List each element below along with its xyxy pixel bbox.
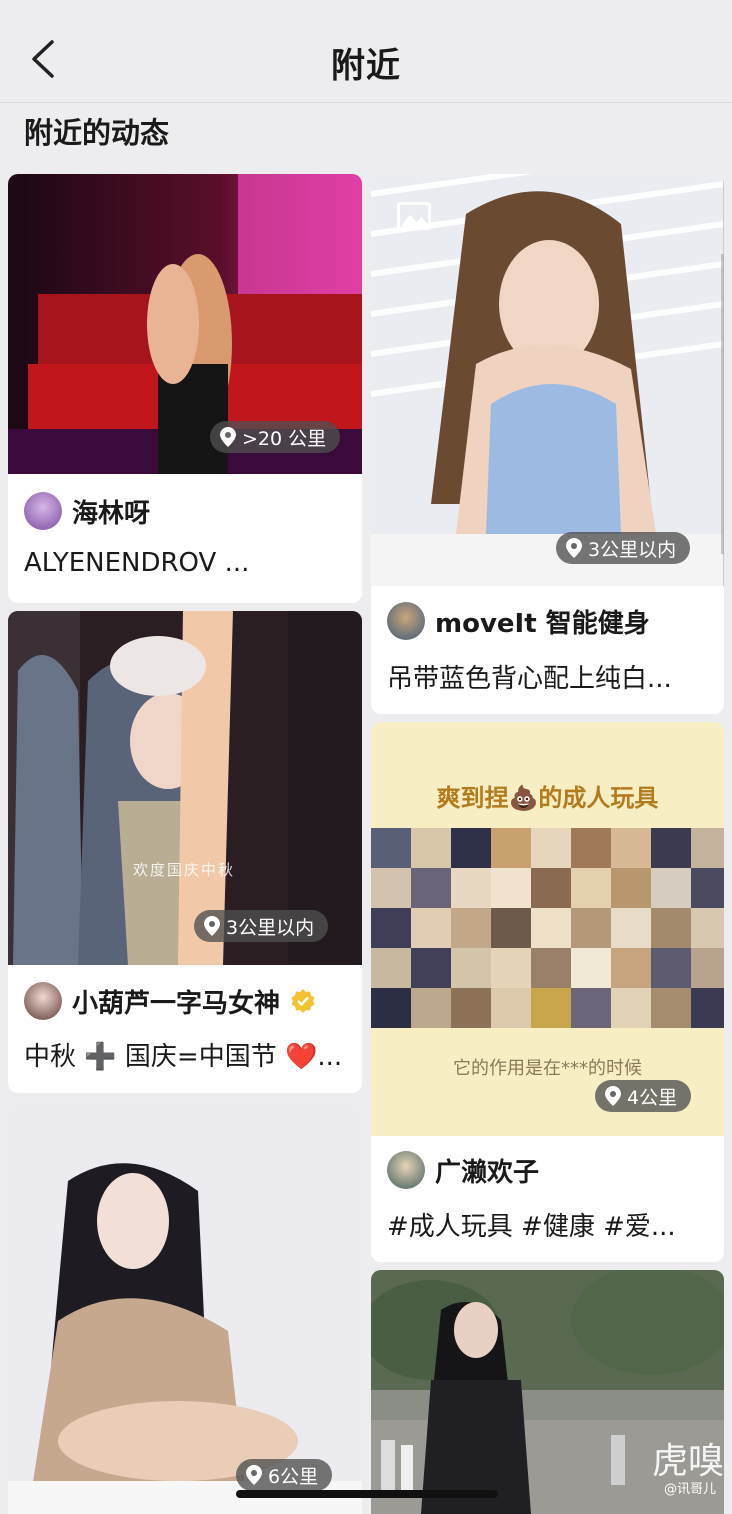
post-caption: 中秋 ➕ 国庆=中国节 ❤️... bbox=[24, 1042, 343, 1072]
distance-text: >20 公里 bbox=[242, 427, 327, 450]
banner-title: 爽到捏💩的成人玩具 bbox=[436, 784, 659, 812]
post-image bbox=[371, 174, 724, 586]
feed-card[interactable]: 6公里 bbox=[8, 1101, 362, 1514]
distance-text: 3公里以内 bbox=[226, 916, 315, 939]
author-name: 小葫芦一字马女神 bbox=[72, 988, 281, 1019]
location-pin-icon bbox=[246, 1465, 262, 1485]
distance-badge: 6公里 bbox=[236, 1459, 333, 1491]
author-name: moveIt 智能健身 bbox=[435, 608, 650, 639]
watermark-handle: @讯哥儿 bbox=[664, 1482, 717, 1497]
navigation-bar: 附近 bbox=[0, 0, 732, 103]
post-caption: 吊带蓝色背心配上纯白... bbox=[387, 664, 672, 694]
author-row[interactable]: 广濑欢子 bbox=[387, 1151, 539, 1189]
distance-badge: 3公里以内 bbox=[194, 910, 329, 942]
verified-badge-icon bbox=[291, 989, 315, 1013]
location-pin-icon bbox=[220, 427, 236, 447]
watermark-logo: 虎嗅 bbox=[652, 1441, 725, 1482]
post-caption: #成人玩具 #健康 #爱... bbox=[387, 1212, 676, 1242]
avatar[interactable] bbox=[24, 982, 62, 1020]
location-pin-icon bbox=[566, 538, 582, 558]
feed-card[interactable]: >20 公里 海林呀 ALYENENDROV ... bbox=[8, 174, 362, 603]
avatar[interactable] bbox=[24, 492, 62, 530]
distance-text: 3公里以内 bbox=[588, 538, 677, 561]
image-icon bbox=[397, 202, 431, 230]
distance-text: 6公里 bbox=[268, 1465, 319, 1488]
banner-subtitle: 它的作用是在***的时候 bbox=[453, 1058, 642, 1079]
author-name: 广濑欢子 bbox=[435, 1157, 540, 1188]
distance-badge: 4公里 bbox=[595, 1080, 692, 1112]
author-row[interactable]: moveIt 智能健身 bbox=[387, 602, 650, 640]
location-pin-icon bbox=[605, 1086, 621, 1106]
post-image bbox=[8, 1101, 362, 1514]
author-row[interactable]: 小葫芦一字马女神 bbox=[24, 982, 316, 1020]
avatar[interactable] bbox=[387, 1151, 425, 1189]
pixelated-image bbox=[371, 828, 724, 1028]
distance-text: 4公里 bbox=[627, 1086, 678, 1109]
home-indicator[interactable] bbox=[236, 1490, 498, 1498]
distance-badge: 3公里以内 bbox=[556, 532, 691, 564]
post-caption: ALYENENDROV ... bbox=[24, 548, 250, 578]
location-pin-icon bbox=[204, 916, 220, 936]
feed-card[interactable]: 3公里以内 moveIt 智能健身 吊带蓝色背心配上纯白... bbox=[371, 174, 724, 714]
avatar[interactable] bbox=[387, 602, 425, 640]
feed-card[interactable]: 欢度国庆中秋 3公里以内 小葫芦一字马女神 中秋 ➕ 国庆=中国节 ❤️... bbox=[8, 611, 362, 1093]
author-name: 海林呀 bbox=[72, 498, 151, 529]
section-title: 附近的动态 bbox=[24, 116, 170, 150]
feed-card[interactable]: 爽到捏💩的成人玩具 它的作用是在***的时候 4公里 广濑欢子 #成人玩具 #健… bbox=[371, 722, 724, 1262]
distance-badge: >20 公里 bbox=[210, 421, 341, 453]
author-row[interactable]: 海林呀 bbox=[24, 492, 150, 530]
page-title: 附近 bbox=[331, 46, 401, 86]
overlay-text: 欢度国庆中秋 bbox=[133, 861, 236, 879]
